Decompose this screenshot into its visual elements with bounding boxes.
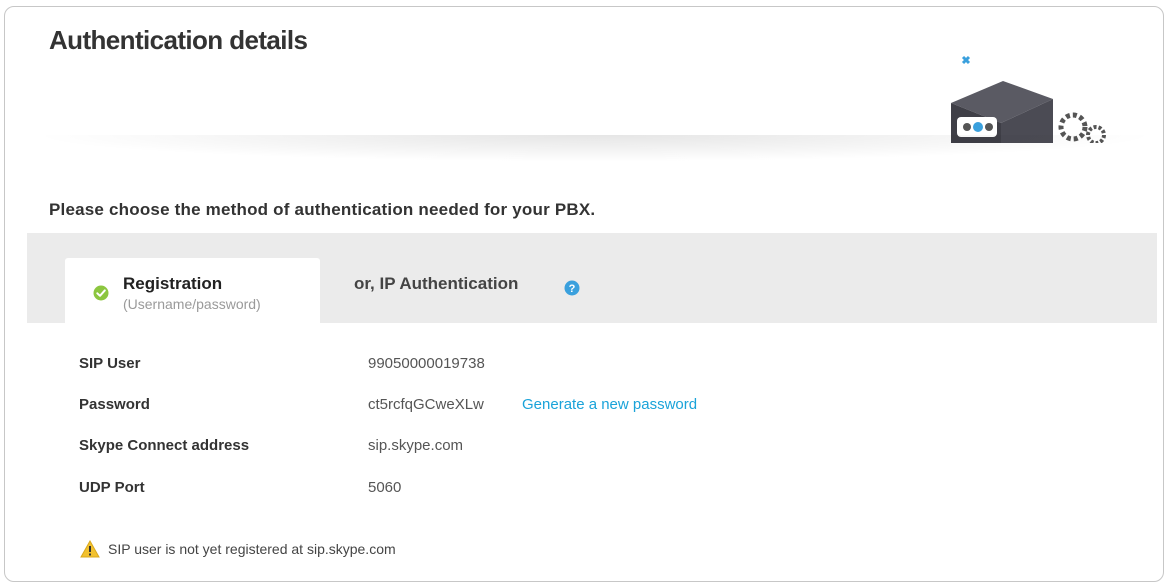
header-divider bbox=[45, 135, 1145, 161]
tab-registration[interactable]: Registration (Username/password) bbox=[65, 258, 320, 324]
auth-method-tabs: Registration (Username/password) or, IP … bbox=[27, 233, 1157, 324]
udp-port-value: 5060 bbox=[368, 479, 402, 496]
udp-port-label: UDP Port bbox=[79, 479, 145, 496]
check-circle-icon bbox=[93, 285, 109, 301]
password-label: Password bbox=[79, 396, 150, 413]
generate-password-link[interactable]: Generate a new password bbox=[522, 396, 697, 413]
tab-registration-title: Registration bbox=[123, 274, 223, 293]
pbx-device-icon bbox=[951, 55, 1106, 143]
question-circle-icon[interactable]: ? bbox=[564, 280, 580, 296]
skype-connect-address-value: sip.skype.com bbox=[368, 437, 464, 454]
skype-connect-address-label: Skype Connect address bbox=[79, 437, 250, 454]
password-value: ct5rcfqGCweXLw bbox=[368, 396, 484, 413]
sip-user-label: SIP User bbox=[79, 355, 141, 372]
authentication-panel: Authentication details Please choose the… bbox=[4, 6, 1164, 582]
svg-text:?: ? bbox=[569, 283, 576, 295]
tab-ip-authentication[interactable]: or, IP Authentication bbox=[354, 274, 518, 294]
registration-warning: SIP user is not yet registered at sip.sk… bbox=[108, 541, 396, 557]
warning-triangle-icon bbox=[80, 540, 100, 558]
sip-user-value: 99050000019738 bbox=[368, 355, 485, 372]
tab-registration-subtitle: (Username/password) bbox=[123, 296, 261, 312]
instructions-text: Please choose the method of authenticati… bbox=[49, 200, 596, 219]
page-title: Authentication details bbox=[49, 25, 308, 55]
